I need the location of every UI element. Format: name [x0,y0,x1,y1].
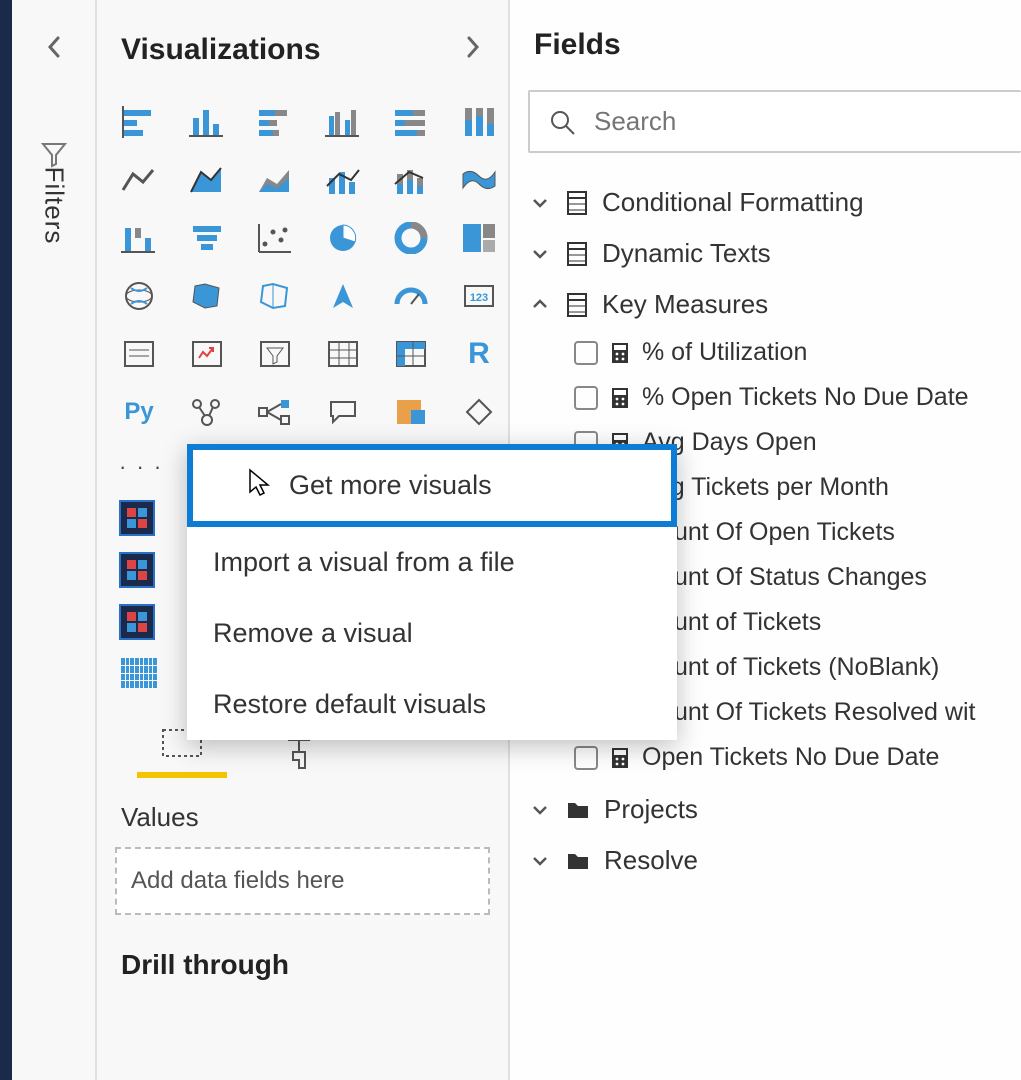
table-dynamic-texts[interactable]: Dynamic Texts [516,228,1021,279]
menu-restore-default[interactable]: Restore default visuals [187,669,677,740]
python-visual-icon[interactable]: Py [119,392,159,432]
left-accent-bar [0,0,12,1080]
search-input[interactable] [594,106,1003,137]
card-icon[interactable]: 123 [459,276,499,316]
kpi-icon[interactable] [187,334,227,374]
line-stacked-column-icon[interactable] [391,160,431,200]
visuals-context-menu: Get more visuals Import a visual from a … [187,444,677,740]
table-label: Dynamic Texts [602,238,771,269]
slicer-icon[interactable] [255,334,295,374]
clustered-column-chart-icon[interactable] [187,102,227,142]
checkbox[interactable] [574,386,598,410]
table-label: Resolve [604,845,698,876]
visualizations-gallery: 123 R Py [97,90,508,444]
menu-import-visual[interactable]: Import a visual from a file [187,527,677,598]
ribbon-chart-icon[interactable] [459,160,499,200]
multirow-card-icon[interactable] [119,334,159,374]
table-label: Projects [604,794,698,825]
cursor-pointer-icon [247,468,271,498]
stacked-column-chart-icon[interactable] [255,102,295,142]
checkbox[interactable] [574,341,598,365]
table-key-measures[interactable]: Key Measures [516,279,1021,330]
chevron-icon [528,851,552,871]
table-projects[interactable]: Projects [516,784,1021,835]
matrix-icon[interactable] [391,334,431,374]
table-icon[interactable] [323,334,363,374]
custom-visual-2[interactable] [119,552,155,588]
decomposition-tree-icon[interactable] [255,392,295,432]
gauge-chart-icon[interactable] [391,276,431,316]
expand-filters-button[interactable] [45,34,63,66]
measure-calc-icon [610,341,630,365]
table-icon [566,190,588,216]
smart-narrative-icon[interactable] [391,392,431,432]
menu-get-more-visuals[interactable]: Get more visuals [187,444,677,527]
values-drop-target[interactable]: Add data fields here [115,847,490,915]
clustered-bar-chart-icon[interactable] [323,102,363,142]
values-section-label: Values [97,778,508,843]
chevron-icon [528,800,552,820]
measure-item[interactable]: Open Tickets No Due Date [568,735,1021,780]
svg-text:123: 123 [470,292,488,304]
filters-pane-label: Filters [38,167,69,245]
fields-title: Fields [510,0,1021,80]
measure-item[interactable]: % Open Tickets No Due Date [568,375,1021,420]
shape-map-icon[interactable] [255,276,295,316]
measure-calc-icon [610,746,630,770]
measure-label: Avg Tickets per Month [642,473,889,502]
collapse-viz-button[interactable] [458,28,488,72]
checkbox[interactable] [574,746,598,770]
measure-label: % Open Tickets No Due Date [642,383,969,412]
custom-visual-1[interactable] [119,500,155,536]
paginated-report-icon[interactable] [459,392,499,432]
fields-search[interactable] [528,90,1021,153]
line-clustered-column-icon[interactable] [323,160,363,200]
search-icon [548,108,576,136]
area-chart-icon[interactable] [187,160,227,200]
custom-visual-3[interactable] [119,604,155,640]
treemap-chart-icon[interactable] [459,218,499,258]
100-stacked-bar-icon[interactable] [391,102,431,142]
chevron-icon [528,295,552,315]
measure-label: Count of Tickets (NoBlank) [642,653,939,682]
folder-icon [566,850,590,872]
filled-map-icon[interactable] [187,276,227,316]
pie-chart-icon[interactable] [323,218,363,258]
table-label: Conditional Formatting [602,187,864,218]
table-label: Key Measures [602,289,768,320]
visualizations-pane: Visualizations [97,0,510,1080]
folder-icon [566,799,590,821]
filters-pane-collapsed: Filters [12,0,97,1080]
funnel-chart-icon[interactable] [187,218,227,258]
table-conditional-formatting[interactable]: Conditional Formatting [516,177,1021,228]
measure-label: % of Utilization [642,338,807,367]
table-resolve[interactable]: Resolve [516,835,1021,886]
stacked-area-chart-icon[interactable] [255,160,295,200]
measure-calc-icon [610,386,630,410]
measure-label: Count Of Tickets Resolved wit [642,698,975,727]
drill-through-title: Drill through [97,919,508,991]
qa-visual-icon[interactable] [323,392,363,432]
100-stacked-column-icon[interactable] [459,102,499,142]
stacked-bar-chart-icon[interactable] [119,102,159,142]
table-icon [566,241,588,267]
measure-label: Open Tickets No Due Date [642,743,939,772]
line-chart-icon[interactable] [119,160,159,200]
visualizations-title: Visualizations [121,33,321,67]
key-influencers-icon[interactable] [187,392,227,432]
measure-item[interactable]: % of Utilization [568,330,1021,375]
menu-remove-visual[interactable]: Remove a visual [187,598,677,669]
chevron-icon [528,193,552,213]
measure-label: Count Of Open Tickets [642,518,895,547]
scatter-chart-icon[interactable] [255,218,295,258]
azure-map-icon[interactable] [323,276,363,316]
measure-label: Count Of Status Changes [642,563,927,592]
donut-chart-icon[interactable] [391,218,431,258]
custom-visual-4[interactable] [119,656,159,690]
table-icon [566,292,588,318]
r-visual-icon[interactable]: R [459,334,499,374]
chevron-icon [528,244,552,264]
map-icon[interactable] [119,276,159,316]
waterfall-chart-icon[interactable] [119,218,159,258]
